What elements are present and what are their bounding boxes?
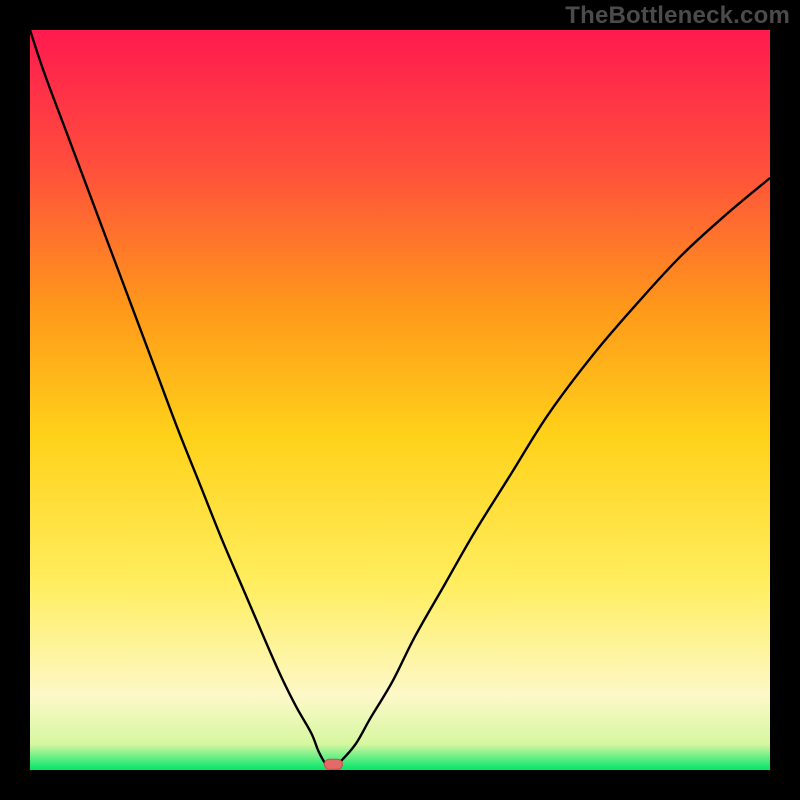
minimum-marker [324,759,342,769]
plot-area [30,30,770,770]
chart-frame: TheBottleneck.com [0,0,800,800]
watermark-text: TheBottleneck.com [565,2,790,30]
background-gradient [30,30,770,770]
bottleneck-chart [30,30,770,770]
